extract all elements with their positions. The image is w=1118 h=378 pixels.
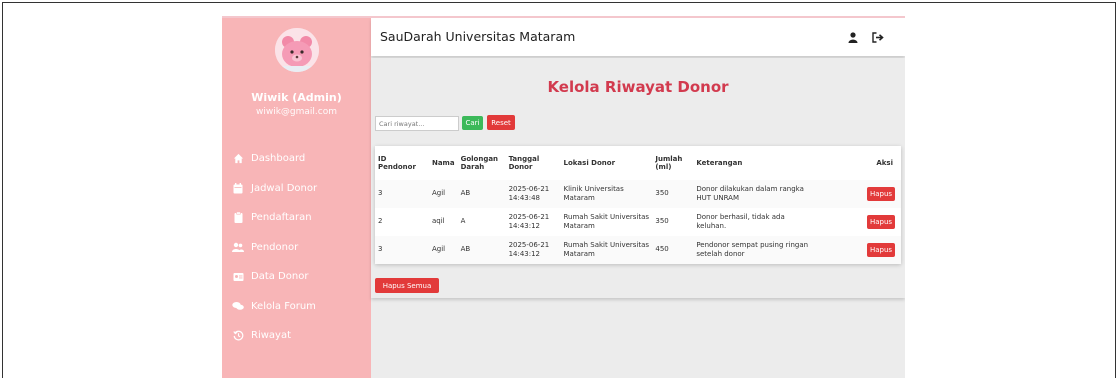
- avatar[interactable]: [275, 28, 319, 72]
- delete-button[interactable]: Hapus: [867, 215, 895, 229]
- table-header-row: ID Pendonor Nama Golongan Darah Tanggal …: [375, 146, 901, 180]
- topbar: SauDarah Universitas Mataram: [371, 18, 905, 56]
- sidebar-item-kelola-forum[interactable]: Kelola Forum: [222, 292, 371, 322]
- delete-button[interactable]: Hapus: [867, 187, 895, 201]
- col-header-jumlah: Jumlah (ml): [655, 154, 683, 171]
- cell-nama: Agil: [431, 245, 446, 254]
- cell-jumlah: 350: [655, 189, 669, 198]
- search-button[interactable]: Cari: [462, 116, 483, 130]
- cell-id: 2: [378, 217, 383, 226]
- cell-jumlah: 450: [655, 245, 669, 254]
- content-panel: Kelola Riwayat Donor Cari Reset ID Pendo…: [371, 58, 905, 298]
- col-header-lokasi: Lokasi Donor: [563, 158, 616, 167]
- col-header-nama: Nama: [431, 158, 455, 167]
- app-window: Wiwik (Admin) wiwik@gmail.com Dashboard …: [222, 16, 905, 378]
- cell-aksi: Hapus: [816, 208, 901, 236]
- cell-keterangan: Donor dilakukan dalam rangka HUT UNRAM: [696, 184, 804, 202]
- cell-tanggal: 2025-06-21 14:43:48: [508, 184, 550, 202]
- main-area: SauDarah Universitas Mataram Kelola Riwa…: [371, 18, 905, 378]
- col-header-aksi: Aksi: [876, 158, 893, 167]
- id-card-icon: [232, 271, 244, 283]
- logout-icon[interactable]: [871, 30, 885, 44]
- cell-lokasi: Rumah Sakit Universitas Mataram: [563, 212, 650, 230]
- sidebar-item-dashboard[interactable]: Dashboard: [222, 144, 371, 174]
- cell-jumlah: 350: [655, 217, 669, 226]
- cell-aksi: Hapus: [816, 236, 901, 264]
- sidebar-item-pendaftaran[interactable]: Pendaftaran: [222, 203, 371, 233]
- col-header-golongan: Golongan Darah: [460, 154, 499, 171]
- table-row: 2 aqil A 2025-06-21 14:43:12 Rumah Sakit…: [375, 208, 901, 236]
- sidebar-item-label: Dashboard: [251, 153, 306, 165]
- cell-keterangan: Donor berhasil, tidak ada keluhan.: [696, 212, 785, 230]
- sidebar-item-label: Kelola Forum: [251, 300, 316, 312]
- cell-tanggal: 2025-06-21 14:43:12: [508, 240, 550, 258]
- sidebar-item-jadwal-donor[interactable]: Jadwal Donor: [222, 174, 371, 204]
- sidebar-item-label: Jadwal Donor: [251, 182, 318, 194]
- cell-nama: Agil: [431, 189, 446, 198]
- sidebar-item-pendonor[interactable]: Pendonor: [222, 233, 371, 263]
- table-row: 3 Agil AB 2025-06-21 14:43:48 Klinik Uni…: [375, 180, 901, 208]
- user-icon[interactable]: [846, 30, 860, 44]
- col-header-id: ID Pendonor: [378, 154, 416, 171]
- clipboard-icon: [232, 212, 244, 224]
- comments-icon: [232, 300, 244, 312]
- cell-tanggal: 2025-06-21 14:43:12: [508, 212, 550, 230]
- users-icon: [232, 241, 244, 253]
- bear-avatar-icon: [275, 28, 319, 72]
- search-input[interactable]: [375, 116, 459, 131]
- col-header-tanggal: Tanggal Donor: [508, 154, 540, 171]
- cell-golongan: AB: [460, 245, 471, 254]
- col-header-keterangan: Keterangan: [696, 158, 743, 167]
- reset-button[interactable]: Reset: [487, 115, 515, 130]
- sidebar-item-label: Data Donor: [251, 271, 309, 283]
- sidebar-item-riwayat[interactable]: Riwayat: [222, 321, 371, 351]
- cell-lokasi: Rumah Sakit Universitas Mataram: [563, 240, 650, 258]
- cell-id: 3: [378, 245, 383, 254]
- sidebar-item-label: Pendonor: [251, 241, 299, 253]
- cell-golongan: A: [460, 217, 466, 226]
- page-title: Kelola Riwayat Donor: [547, 78, 729, 96]
- calendar-icon: [232, 182, 244, 194]
- cell-nama: aqil: [431, 217, 445, 226]
- sidebar-nav: Dashboard Jadwal Donor Pendaftaran Pendo…: [222, 144, 371, 351]
- history-icon: [232, 330, 244, 342]
- cell-golongan: AB: [460, 189, 471, 198]
- sidebar-item-data-donor[interactable]: Data Donor: [222, 262, 371, 292]
- home-icon: [232, 153, 244, 165]
- sidebar: Wiwik (Admin) wiwik@gmail.com Dashboard …: [222, 18, 371, 378]
- delete-button[interactable]: Hapus: [867, 243, 895, 257]
- delete-all-button[interactable]: Hapus Semua: [375, 278, 439, 293]
- cell-lokasi: Klinik Universitas Mataram: [563, 184, 624, 202]
- sidebar-item-label: Riwayat: [251, 330, 291, 342]
- history-table: ID Pendonor Nama Golongan Darah Tanggal …: [375, 146, 901, 264]
- cell-keterangan: Pendonor sempat pusing ringan setelah do…: [696, 240, 809, 258]
- table-row: 3 Agil AB 2025-06-21 14:43:12 Rumah Saki…: [375, 236, 901, 264]
- sidebar-item-label: Pendaftaran: [251, 212, 312, 224]
- user-email: wiwik@gmail.com: [255, 107, 337, 117]
- brand-title: SauDarah Universitas Mataram: [380, 29, 576, 44]
- user-name: Wiwik (Admin): [251, 91, 342, 104]
- cell-aksi: Hapus: [816, 180, 901, 208]
- cell-id: 3: [378, 189, 383, 198]
